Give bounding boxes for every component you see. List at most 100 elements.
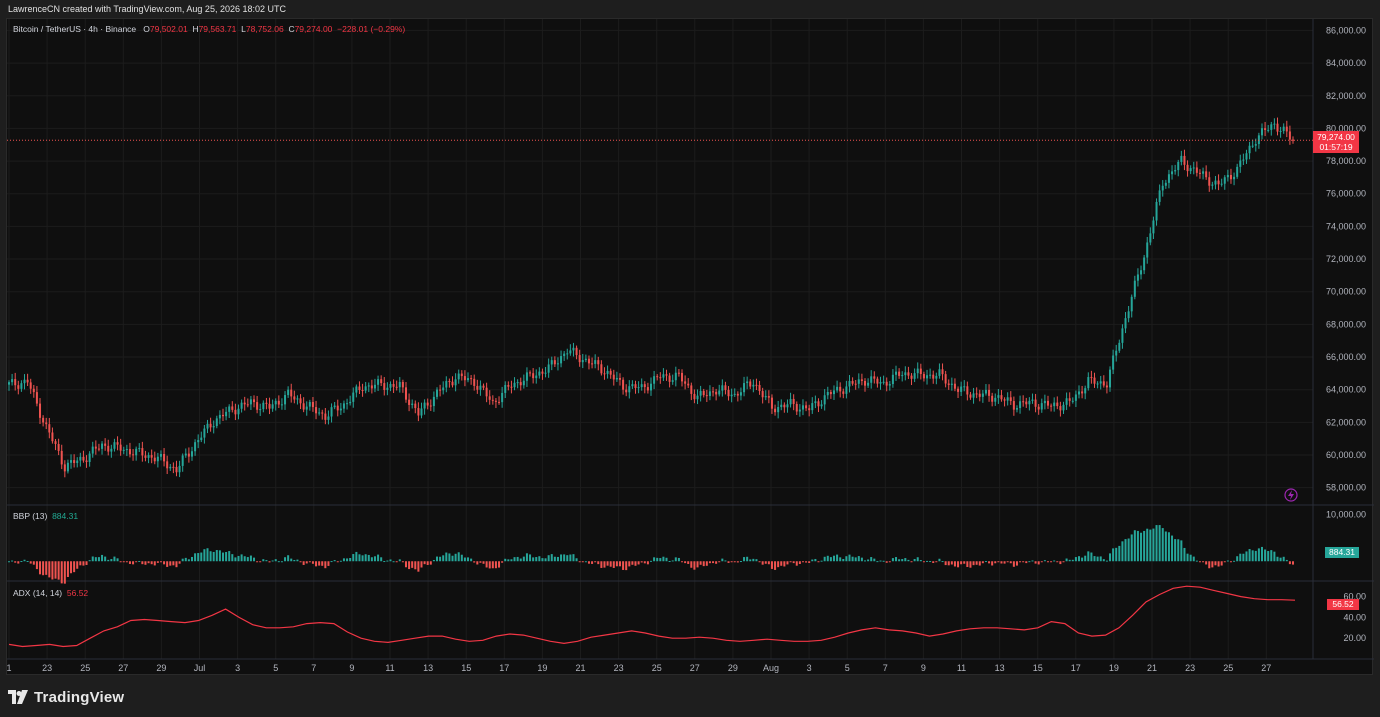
candle-body <box>451 381 454 386</box>
y-tick-label: 84,000.00 <box>1326 58 1366 68</box>
bbp-bar <box>128 561 131 564</box>
x-tick-label: 25 <box>1223 663 1233 673</box>
close-value: 79,274.00 <box>294 24 333 34</box>
candle-body <box>541 371 544 374</box>
bbp-bar <box>1161 528 1164 562</box>
bbp-bar <box>1112 548 1115 562</box>
bbp-bar <box>17 561 20 564</box>
candle-body <box>1065 398 1068 405</box>
bbp-bar <box>932 561 935 564</box>
bbp-bar <box>1195 560 1198 562</box>
bbp-bar <box>1267 551 1270 562</box>
candle-body <box>482 385 485 388</box>
bbp-bar <box>290 558 293 562</box>
candle-body <box>141 448 144 456</box>
bbp-bar <box>1279 557 1282 562</box>
candle-body <box>783 404 786 408</box>
bbp-bar <box>485 561 488 568</box>
candle-body <box>467 378 470 381</box>
candle-body <box>1267 129 1270 131</box>
candle-body <box>144 455 147 458</box>
candle-body <box>730 394 733 397</box>
x-tick-label: 21 <box>575 663 585 673</box>
candle-body <box>978 393 981 397</box>
candle-body <box>1208 177 1211 186</box>
candle-body <box>172 466 175 468</box>
bbp-bar <box>578 561 581 563</box>
candle-body <box>876 378 879 384</box>
bbp-bar <box>1248 549 1251 562</box>
bbp-bar <box>1136 530 1139 562</box>
candle-body <box>1288 131 1291 140</box>
bbp-label[interactable]: BBP (13) <box>13 511 47 521</box>
bbp-bar <box>612 561 615 568</box>
adx-legend: ADX (14, 14) 56.52 <box>13 588 88 598</box>
x-tick-label: 15 <box>1033 663 1043 673</box>
candle-body <box>901 375 904 377</box>
bbp-bar <box>432 559 435 562</box>
bbp-bar <box>169 561 172 566</box>
bbp-bar <box>863 560 867 562</box>
candle-body <box>1198 172 1201 174</box>
bbp-bar <box>746 556 749 562</box>
candle-body <box>138 448 141 450</box>
bbp-bar <box>988 561 991 564</box>
bbp-bar <box>1242 553 1245 562</box>
candle-body <box>504 385 507 393</box>
candle-body <box>498 401 501 403</box>
bbp-bar <box>519 558 522 562</box>
x-tick-label: 19 <box>1109 663 1119 673</box>
candle-body <box>926 375 929 379</box>
bbp-bar <box>132 561 135 565</box>
bbp-bar <box>1028 561 1031 563</box>
candle-body <box>814 401 817 404</box>
candle-body <box>935 375 938 379</box>
candle-body <box>947 383 950 385</box>
bbp-bar <box>401 561 404 563</box>
x-tick-label: 29 <box>156 663 166 673</box>
bbp-bar <box>1143 530 1146 562</box>
candle-body <box>569 350 572 354</box>
bbp-bar <box>873 558 876 562</box>
chart-frame[interactable]: 1 23 25 27 29 Jul 3 5 7 9 11 13 15 17 19 21 23 25 27 29 Aug 3… <box>6 18 1374 676</box>
bbp-bar <box>367 554 370 562</box>
bbp-bar <box>777 561 780 568</box>
bbp-bar <box>885 561 888 563</box>
candle-body <box>522 380 525 386</box>
bbp-bar <box>659 558 662 562</box>
symbol-label[interactable]: Bitcoin / TetherUS · 4h · Binance <box>13 24 136 34</box>
bbp-bar <box>287 555 290 562</box>
chart-canvas[interactable]: 1 23 25 27 29 Jul 3 5 7 9 11 13 15 17 19 21 23 25 27 29 Aug 3… <box>7 19 1374 676</box>
candle-body <box>485 387 488 397</box>
candle-body <box>656 376 659 378</box>
bbp-bar <box>681 561 684 563</box>
candle-body <box>128 449 131 455</box>
candle-body <box>206 423 209 429</box>
bbp-bar <box>1208 561 1211 569</box>
tradingview-logo[interactable]: TradingView <box>8 684 124 710</box>
bbp-bar <box>482 561 485 564</box>
candle-body <box>606 370 609 374</box>
bbp-bar <box>370 557 373 562</box>
adx-line <box>8 585 1296 648</box>
bbp-bar <box>904 558 907 562</box>
bbp-bar <box>901 559 904 562</box>
candle-body <box>749 381 752 387</box>
candle-body <box>640 384 643 388</box>
bbp-bar <box>584 561 587 563</box>
bbp-bar <box>910 561 913 563</box>
bbp-bar <box>733 561 736 563</box>
candle-body <box>423 402 426 409</box>
candle-body <box>240 402 243 409</box>
candle-body <box>85 460 88 462</box>
bbp-bar <box>1257 548 1260 562</box>
adx-label[interactable]: ADX (14, 14) <box>13 588 62 598</box>
candle-body <box>801 405 804 410</box>
bbp-bar <box>919 560 922 562</box>
bbp-bar <box>476 561 479 565</box>
candle-body <box>556 363 559 365</box>
candle-body <box>867 382 870 386</box>
candle-body <box>1096 383 1099 385</box>
bbp-bar <box>361 555 364 562</box>
candle-body <box>414 403 417 409</box>
